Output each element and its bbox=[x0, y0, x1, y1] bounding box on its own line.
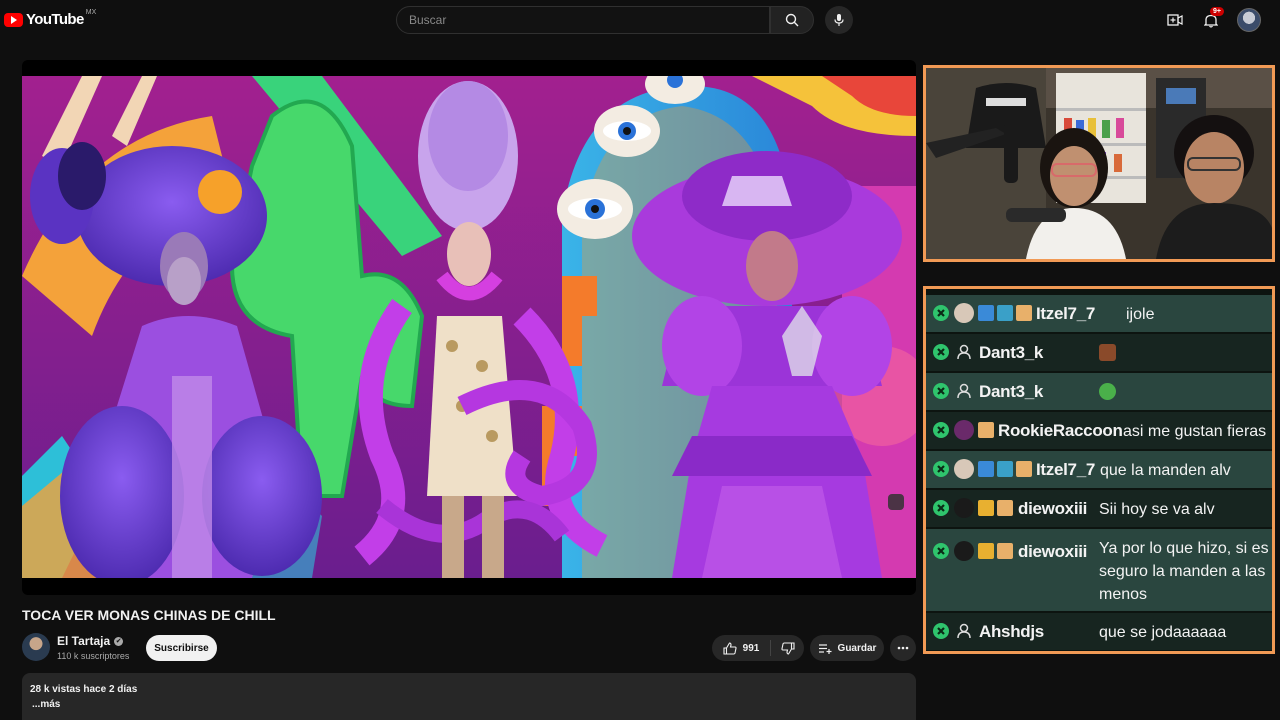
emote-badge-icon bbox=[978, 422, 994, 438]
user-icon bbox=[954, 381, 974, 401]
chat-message-text: asi me gustan fieras bbox=[1123, 423, 1267, 440]
moderator-icon bbox=[933, 344, 949, 360]
dislike-button[interactable] bbox=[771, 635, 804, 661]
crown-badge-icon bbox=[978, 500, 994, 516]
video-overlay-badge bbox=[888, 494, 904, 510]
subscriber-badge-icon bbox=[978, 461, 994, 477]
moderator-icon bbox=[933, 500, 949, 516]
view-stats: 28 k vistas hace 2 días bbox=[30, 684, 138, 695]
webcam-overlay bbox=[923, 65, 1275, 262]
chat-message-text: que se jodaaaaaa bbox=[1099, 624, 1227, 641]
moderator-icon bbox=[933, 422, 949, 438]
subscriber-badge-icon bbox=[978, 305, 994, 321]
emote-badge-icon bbox=[997, 500, 1013, 516]
emote-badge-icon bbox=[997, 543, 1013, 559]
video-title: TOCA VER MONAS CHINAS DE CHILL bbox=[22, 607, 276, 623]
search-button[interactable] bbox=[770, 6, 814, 34]
mic-icon bbox=[834, 14, 844, 26]
more-actions-button[interactable] bbox=[890, 635, 916, 661]
youtube-logo[interactable]: YouTube MX bbox=[4, 9, 97, 28]
chat-username[interactable]: Itzel7_7 bbox=[1036, 460, 1095, 480]
verified-icon: ✔ bbox=[114, 636, 124, 646]
chat-message-text: que la manden alv bbox=[1100, 462, 1231, 479]
description-more-link[interactable]: ...más bbox=[32, 699, 60, 710]
notification-count-badge: 9+ bbox=[1210, 7, 1224, 16]
emote-badge-icon bbox=[1016, 461, 1032, 477]
like-dislike-group: 991 bbox=[712, 635, 804, 661]
webcam-image bbox=[926, 68, 1272, 259]
video-player[interactable] bbox=[22, 60, 916, 595]
like-icon bbox=[723, 641, 737, 655]
chat-message-row: Dant3_k bbox=[926, 373, 1272, 410]
like-button[interactable]: 991 bbox=[712, 635, 770, 661]
moderator-icon bbox=[933, 623, 949, 639]
video-frame bbox=[22, 76, 916, 578]
account-button[interactable] bbox=[1237, 8, 1261, 32]
subscribe-button[interactable]: Suscribirse bbox=[146, 635, 217, 661]
create-button[interactable] bbox=[1164, 8, 1186, 32]
chat-username[interactable]: diewoxiii bbox=[1018, 499, 1087, 519]
emote-icon bbox=[1099, 383, 1116, 400]
chat-username[interactable]: Dant3_k bbox=[979, 343, 1043, 363]
search-input[interactable] bbox=[397, 7, 749, 33]
save-label: Guardar bbox=[837, 642, 877, 654]
sub-months-badge-icon bbox=[997, 305, 1013, 321]
emote-icon bbox=[1099, 344, 1116, 361]
like-count: 991 bbox=[742, 642, 760, 654]
top-bar: YouTube MX 9+ bbox=[0, 0, 1280, 40]
video-frame-image bbox=[22, 76, 916, 578]
emote-badge-icon bbox=[1016, 305, 1032, 321]
chat-avatar bbox=[954, 420, 974, 440]
chat-avatar bbox=[954, 498, 974, 518]
channel-name-text: El Tartaja bbox=[57, 634, 111, 648]
search-icon bbox=[785, 13, 799, 27]
country-code: MX bbox=[85, 9, 97, 16]
chat-avatar bbox=[954, 459, 974, 479]
chat-message-row: Itzel7_7 ijole bbox=[926, 295, 1272, 332]
user-icon bbox=[954, 342, 974, 362]
chat-message-row: diewoxiii Sii hoy se va alv bbox=[926, 490, 1272, 527]
moderator-icon bbox=[933, 383, 949, 399]
more-icon bbox=[897, 646, 909, 650]
description-box[interactable]: 28 k vistas hace 2 días ...más bbox=[22, 673, 916, 720]
moderator-icon bbox=[933, 543, 949, 559]
subscriber-count: 110 k suscriptores bbox=[57, 651, 130, 661]
channel-avatar[interactable] bbox=[22, 633, 50, 661]
channel-name[interactable]: El Tartaja ✔ bbox=[57, 634, 124, 648]
save-button[interactable]: Guardar bbox=[810, 635, 884, 661]
chat-message-row: RookieRaccoon asi me gustan fieras bbox=[926, 412, 1272, 449]
chat-message-row: diewoxiii Ya por lo que hizo, si es segu… bbox=[926, 529, 1272, 611]
chat-message-row: Ahshdjs que se jodaaaaaa bbox=[926, 613, 1272, 650]
live-chat: Itzel7_7 ijole Dant3_k Dant3_k RookieRac… bbox=[923, 286, 1275, 654]
moderator-icon bbox=[933, 305, 949, 321]
chat-username[interactable]: Itzel7_7 bbox=[1036, 304, 1095, 324]
user-icon bbox=[954, 621, 974, 641]
chat-message-row: Dant3_k bbox=[926, 334, 1272, 371]
crown-badge-icon bbox=[978, 543, 994, 559]
chat-username[interactable]: diewoxiii bbox=[1018, 542, 1087, 562]
notifications-button[interactable]: 9+ bbox=[1198, 7, 1224, 32]
create-icon bbox=[1167, 14, 1183, 26]
chat-message-text: Sii hoy se va alv bbox=[1099, 501, 1215, 518]
chat-username[interactable]: Ahshdjs bbox=[979, 622, 1044, 642]
search-box bbox=[396, 6, 770, 34]
chat-message-text: Ya por lo que hizo, si es seguro la mand… bbox=[1099, 540, 1269, 603]
chat-avatar bbox=[954, 303, 974, 323]
dislike-icon bbox=[780, 641, 795, 655]
logo-text: YouTube bbox=[26, 11, 84, 28]
chat-message-text: ijole bbox=[1126, 306, 1155, 323]
sub-months-badge-icon bbox=[997, 461, 1013, 477]
voice-search-button[interactable] bbox=[825, 6, 853, 34]
chat-username[interactable]: RookieRaccoon bbox=[998, 421, 1123, 441]
youtube-logo-icon bbox=[4, 12, 23, 27]
moderator-icon bbox=[933, 461, 949, 477]
save-playlist-icon bbox=[818, 643, 832, 654]
chat-avatar bbox=[954, 541, 974, 561]
chat-username[interactable]: Dant3_k bbox=[979, 382, 1043, 402]
chat-message-row: Itzel7_7 que la manden alv bbox=[926, 451, 1272, 488]
account-avatar bbox=[1237, 8, 1261, 32]
